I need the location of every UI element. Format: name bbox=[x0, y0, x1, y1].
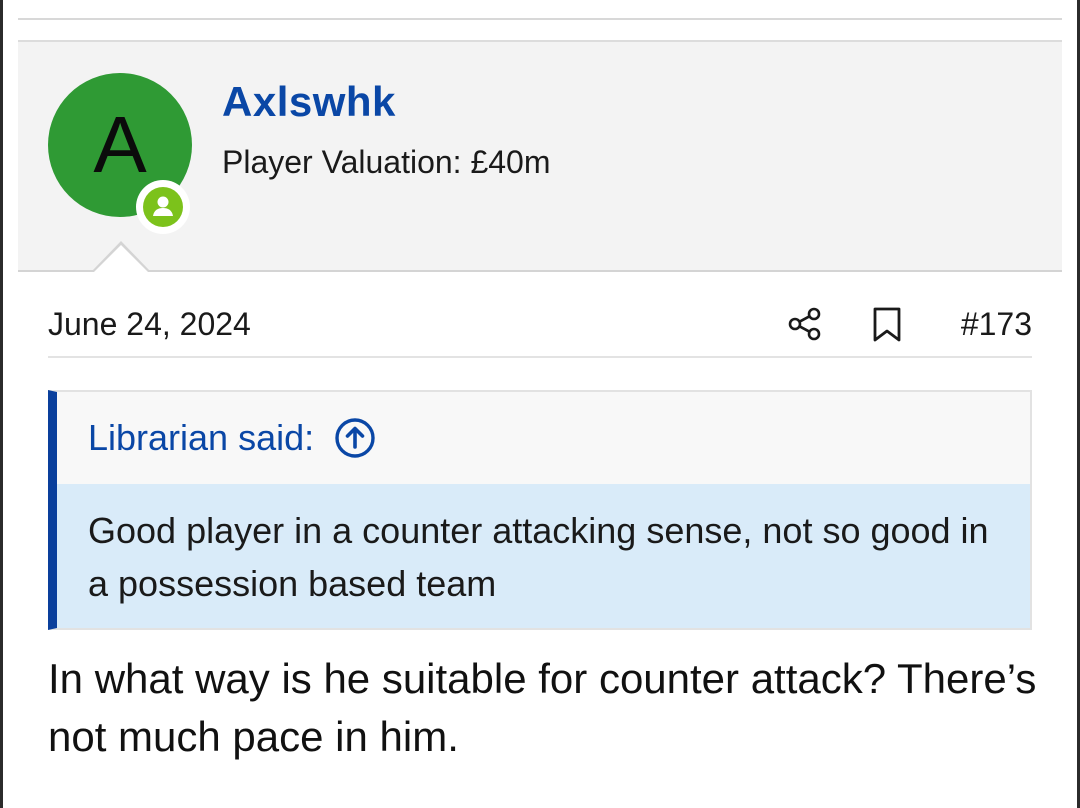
quote-text: Good player in a counter attacking sense… bbox=[57, 484, 1030, 628]
bookmark-icon bbox=[873, 307, 901, 342]
post-number-link[interactable]: #173 bbox=[961, 306, 1032, 343]
online-status-badge bbox=[136, 180, 190, 234]
bookmark-button[interactable] bbox=[870, 306, 904, 344]
share-icon bbox=[788, 307, 821, 341]
post-meta-bar: June 24, 2024 #173 bbox=[48, 300, 1032, 358]
quote-header: Librarian said: bbox=[57, 392, 1030, 484]
quote-block: Librarian said: Good player in a counter… bbox=[48, 390, 1032, 630]
user-title: Player Valuation: £40m bbox=[222, 144, 551, 180]
previous-post-divider bbox=[18, 18, 1062, 20]
share-button[interactable] bbox=[788, 306, 822, 342]
user-icon bbox=[143, 187, 183, 227]
post-date-link[interactable]: June 24, 2024 bbox=[48, 306, 251, 343]
frame-left-border bbox=[0, 0, 3, 808]
quote-author-link[interactable]: Librarian said: bbox=[88, 417, 314, 459]
username-link[interactable]: Axlswhk bbox=[222, 78, 396, 126]
post-body-text: In what way is he suitable for counter a… bbox=[48, 655, 1037, 760]
arrow-up-circle-icon[interactable] bbox=[334, 417, 376, 459]
